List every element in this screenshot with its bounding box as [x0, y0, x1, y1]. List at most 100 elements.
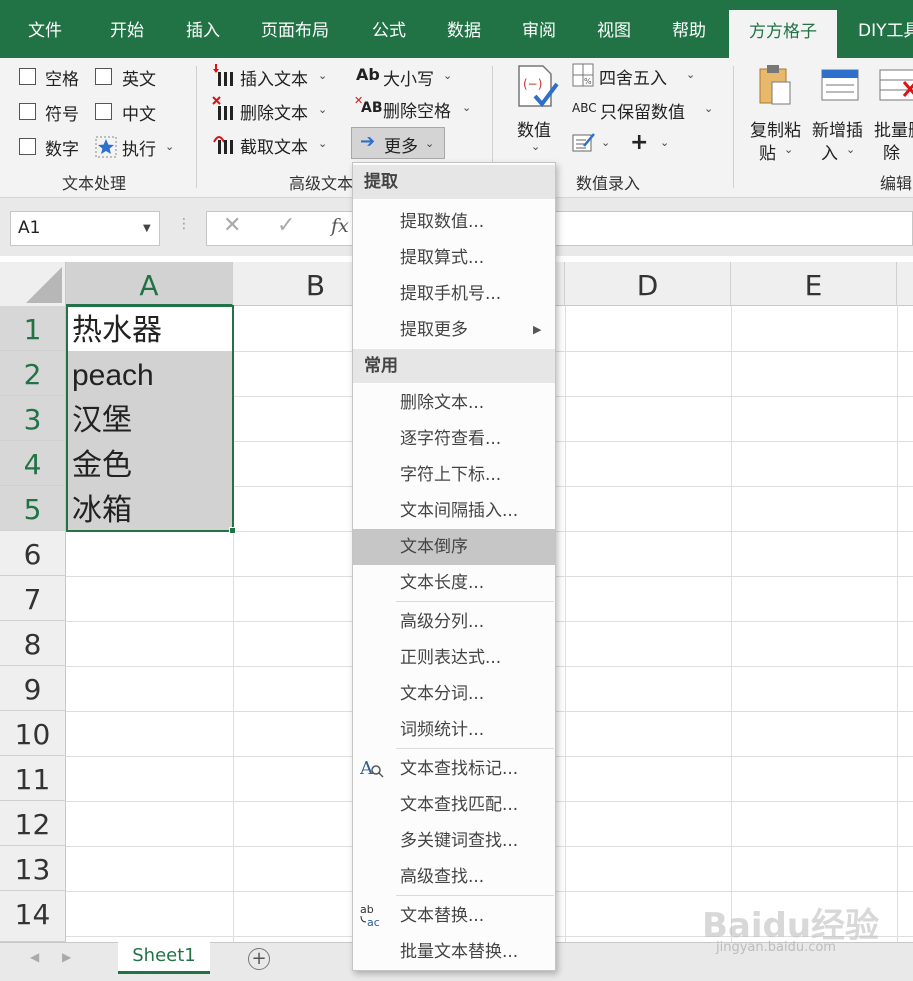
tab-home[interactable]: 开始: [110, 0, 144, 58]
checkbox-chinese-label: 中文: [122, 105, 156, 125]
tab-page-layout[interactable]: 页面布局: [261, 0, 329, 58]
scroll-right-icon[interactable]: ▶: [62, 950, 71, 964]
tab-view[interactable]: 视图: [597, 0, 631, 58]
case-icon: Ab: [356, 65, 380, 84]
menu-item-find-match[interactable]: 文本查找匹配...: [353, 787, 555, 823]
extract-text-button[interactable]: 截取文本 ⌄: [212, 130, 332, 158]
round-button[interactable]: % 四舍五入 ⌄: [572, 63, 702, 89]
row-header-3[interactable]: 3: [0, 396, 66, 441]
formula-input[interactable]: ✕ ✓ fx: [206, 211, 913, 246]
tab-formulas[interactable]: 公式: [372, 0, 406, 58]
checkbox-symbol-label: 符号: [45, 105, 79, 125]
tab-file[interactable]: 文件: [28, 0, 62, 58]
checkbox-space[interactable]: [19, 68, 36, 85]
fx-icon[interactable]: fx: [331, 215, 349, 237]
chevron-down-icon: ⌄: [704, 102, 714, 115]
menu-item-sub-superscript[interactable]: 字符上下标...: [353, 457, 555, 493]
tab-review[interactable]: 审阅: [522, 0, 556, 58]
extract-text-icon: [213, 136, 233, 154]
column-header-a[interactable]: A: [66, 262, 233, 306]
tab-fangfang[interactable]: 方方格子: [729, 10, 837, 58]
abc-icon: ABC: [572, 101, 597, 115]
row-header-13[interactable]: 13: [0, 846, 66, 891]
svg-text:%: %: [584, 77, 592, 86]
row-header-4[interactable]: 4: [0, 441, 66, 486]
checkbox-number[interactable]: [19, 138, 36, 155]
checkbox-symbol[interactable]: [19, 103, 36, 120]
chevron-down-icon: ⌄: [318, 103, 328, 116]
form-button[interactable]: ⌄: [572, 131, 614, 157]
row-header-2[interactable]: 2: [0, 351, 66, 396]
checkbox-chinese[interactable]: [95, 103, 112, 120]
copy-paste-button[interactable]: 复制粘 贴 ⌄: [746, 64, 808, 164]
group-label-advanced-text: 高级文本: [289, 174, 354, 193]
row-header-14[interactable]: 14: [0, 891, 66, 942]
scroll-left-icon[interactable]: ◀: [30, 950, 39, 964]
row-header-1[interactable]: 1: [0, 306, 66, 351]
star-icon: [95, 136, 117, 158]
menu-item-word-segmentation[interactable]: 文本分词...: [353, 676, 555, 712]
row-header-11[interactable]: 11: [0, 756, 66, 801]
row-header-9[interactable]: 9: [0, 666, 66, 711]
row-header-6[interactable]: 6: [0, 531, 66, 576]
chevron-down-icon: ⌄: [846, 143, 856, 156]
column-header-e[interactable]: E: [731, 262, 897, 306]
row-header-5[interactable]: 5: [0, 486, 66, 531]
arrow-right-icon: ➔: [360, 131, 376, 152]
row-header-8[interactable]: 8: [0, 621, 66, 666]
menu-item-text-length[interactable]: 文本长度...: [353, 565, 555, 601]
case-button[interactable]: Ab 大小写 ⌄: [356, 64, 466, 90]
add-sheet-icon[interactable]: +: [248, 948, 270, 970]
confirm-icon[interactable]: ✓: [277, 213, 295, 238]
row-header-12[interactable]: 12: [0, 801, 66, 846]
fill-handle[interactable]: [229, 527, 236, 534]
select-all-button[interactable]: [0, 262, 66, 306]
menu-item-batch-replace[interactable]: 批量文本替换...: [353, 934, 555, 970]
delete-text-button[interactable]: 删除文本 ⌄: [212, 96, 332, 124]
more-button[interactable]: ➔ 更多 ⌄: [351, 127, 445, 159]
insert-text-button[interactable]: 插入文本 ⌄: [212, 62, 332, 90]
column-header-d[interactable]: D: [565, 262, 731, 306]
copy-paste-label-1: 复制粘: [750, 121, 801, 141]
menu-item-extract-phone[interactable]: 提取手机号...: [353, 276, 555, 312]
execute-button[interactable]: 执行 ⌄: [95, 135, 185, 160]
select-all-triangle-icon: [26, 267, 62, 303]
menu-item-extract-numbers[interactable]: 提取数值...: [353, 204, 555, 240]
menu-item-regex[interactable]: 正则表达式...: [353, 640, 555, 676]
menu-item-multi-keyword-find[interactable]: 多关键词查找...: [353, 823, 555, 859]
name-box[interactable]: A1 ▼: [10, 211, 160, 246]
menu-item-word-frequency[interactable]: 词频统计...: [353, 712, 555, 748]
menu-item-view-chars[interactable]: 逐字符查看...: [353, 421, 555, 457]
cancel-icon[interactable]: ✕: [223, 213, 241, 238]
batch-delete-label-2: 除: [883, 144, 900, 160]
menu-header-extract: 提取: [353, 165, 555, 199]
menu-item-find-mark[interactable]: 文本查找标记...: [353, 751, 555, 787]
tab-help[interactable]: 帮助: [672, 0, 706, 58]
menu-item-extract-formulas[interactable]: 提取算式...: [353, 240, 555, 276]
row-header-7[interactable]: 7: [0, 576, 66, 621]
sheet-tab-sheet1[interactable]: Sheet1: [118, 940, 210, 974]
menu-item-text-replace[interactable]: 文本替换...: [353, 898, 555, 934]
menu-item-extract-more[interactable]: 提取更多 ▶: [353, 312, 555, 348]
column-header-f[interactable]: [897, 262, 913, 306]
group-divider: [733, 66, 734, 188]
batch-delete-button[interactable]: 批量删 除: [872, 64, 913, 160]
new-insert-button[interactable]: 新增插 入 ⌄: [810, 64, 872, 164]
menu-item-reverse-text[interactable]: 文本倒序: [353, 529, 555, 565]
checkbox-english[interactable]: [95, 68, 112, 85]
tab-data[interactable]: 数据: [447, 0, 481, 58]
menu-item-advanced-split[interactable]: 高级分列...: [353, 604, 555, 640]
number-button[interactable]: (−) 数值 ⌄: [510, 64, 562, 160]
menu-item-advanced-find[interactable]: 高级查找...: [353, 859, 555, 895]
tab-insert[interactable]: 插入: [186, 0, 220, 58]
plus-button[interactable]: + ⌄: [630, 130, 672, 157]
remove-space-button[interactable]: ✕ AB 删除空格 ⌄: [354, 94, 480, 122]
keep-value-button[interactable]: ABC 只保留数值 ⌄: [572, 97, 718, 123]
group-label-text-processing: 文本处理: [62, 174, 127, 193]
menu-item-interval-insert[interactable]: 文本间隔插入...: [353, 493, 555, 529]
row-header-10[interactable]: 10: [0, 711, 66, 756]
tab-diy-tools[interactable]: DIY工具: [858, 0, 913, 58]
group-divider: [196, 66, 197, 188]
menu-item-delete-text[interactable]: 删除文本...: [353, 385, 555, 421]
insert-rows-icon: [821, 69, 859, 101]
